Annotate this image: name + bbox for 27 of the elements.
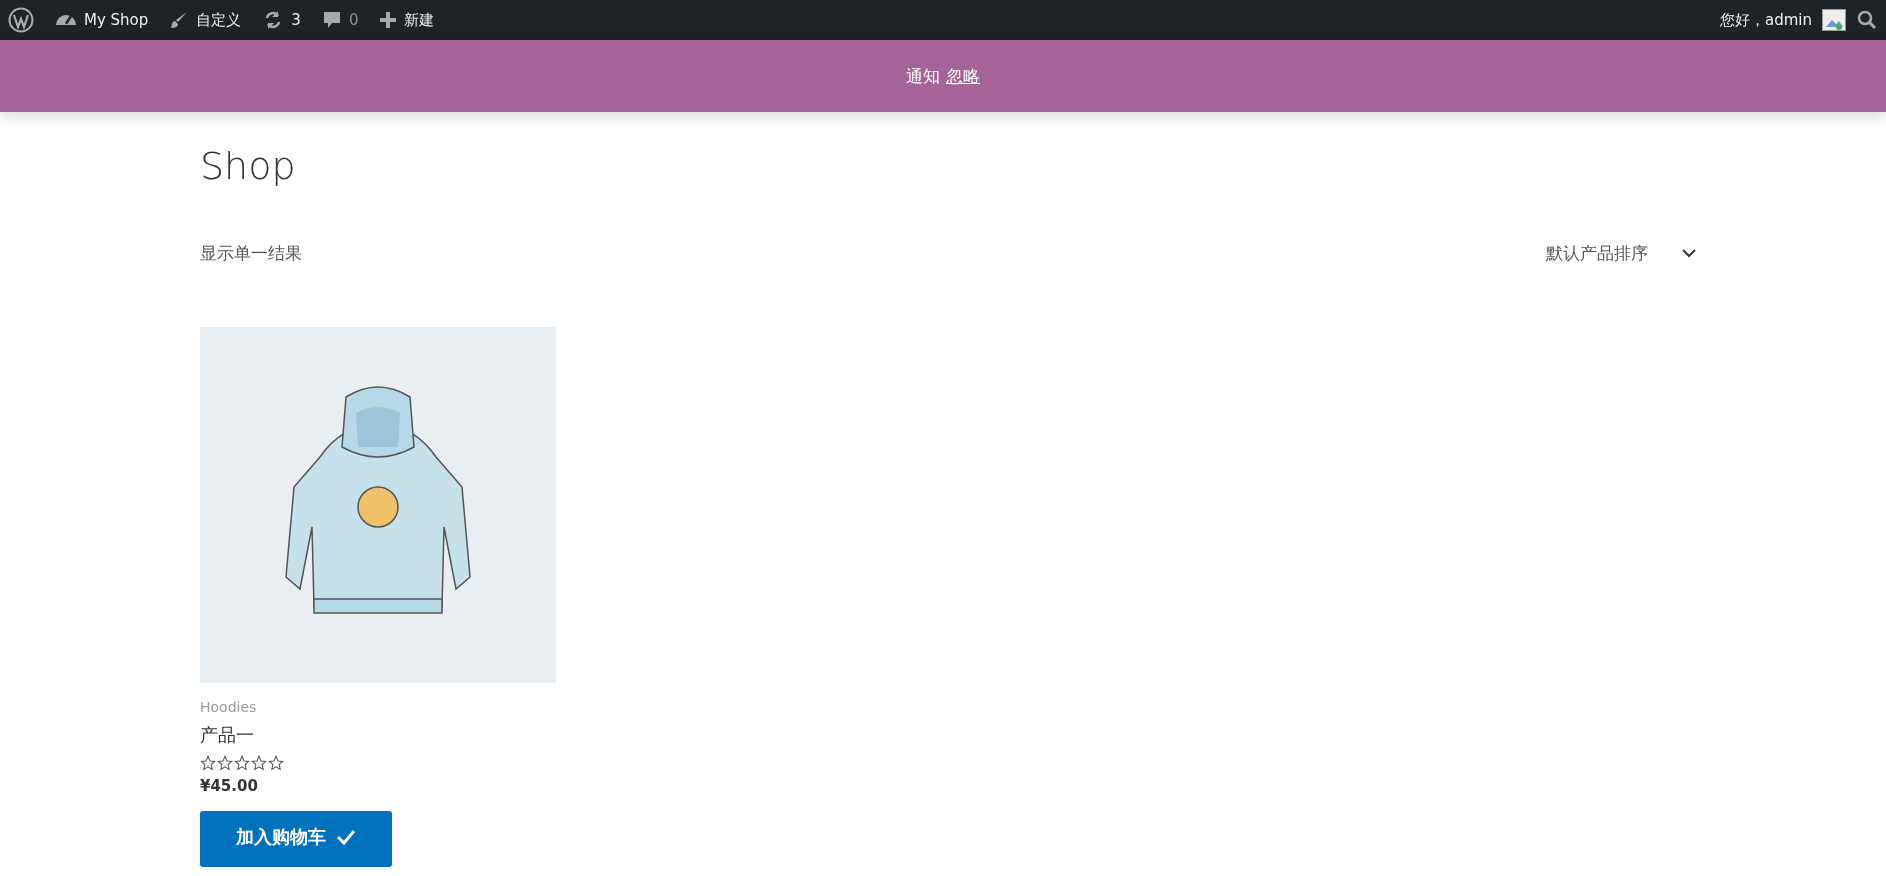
product-price: ¥45.00 — [200, 777, 258, 795]
new-link[interactable]: 新建 — [380, 10, 435, 30]
comment-icon — [322, 11, 341, 29]
check-icon — [336, 829, 356, 845]
customize-link[interactable]: 自定义 — [170, 10, 242, 30]
chevron-down-icon — [1682, 249, 1696, 258]
page-title: Shop — [200, 144, 297, 188]
notice-text: 通知 — [906, 64, 940, 88]
site-link[interactable]: My Shop — [56, 11, 149, 29]
wordpress-logo-icon[interactable] — [8, 7, 34, 33]
product-name[interactable]: 产品一 — [200, 723, 254, 747]
plus-icon — [380, 12, 397, 28]
star-icon — [200, 755, 216, 771]
star-icon — [268, 755, 284, 771]
dashboard-icon — [56, 15, 76, 25]
star-icon — [217, 755, 233, 771]
account-greeting[interactable]: 您好，admin — [1720, 10, 1812, 30]
brush-icon — [170, 11, 189, 29]
star-icon — [234, 755, 250, 771]
add-to-cart-button[interactable]: 加入购物车 — [200, 811, 392, 867]
updates-link[interactable]: 3 — [263, 10, 301, 30]
search-icon[interactable] — [1856, 10, 1878, 30]
dismiss-link[interactable]: 忽略 — [946, 64, 980, 88]
comments-link[interactable]: 0 — [322, 11, 359, 29]
sort-dropdown[interactable]: 默认产品排序 — [1546, 242, 1696, 265]
star-icon — [251, 755, 267, 771]
result-count: 显示单一结果 — [200, 242, 302, 265]
